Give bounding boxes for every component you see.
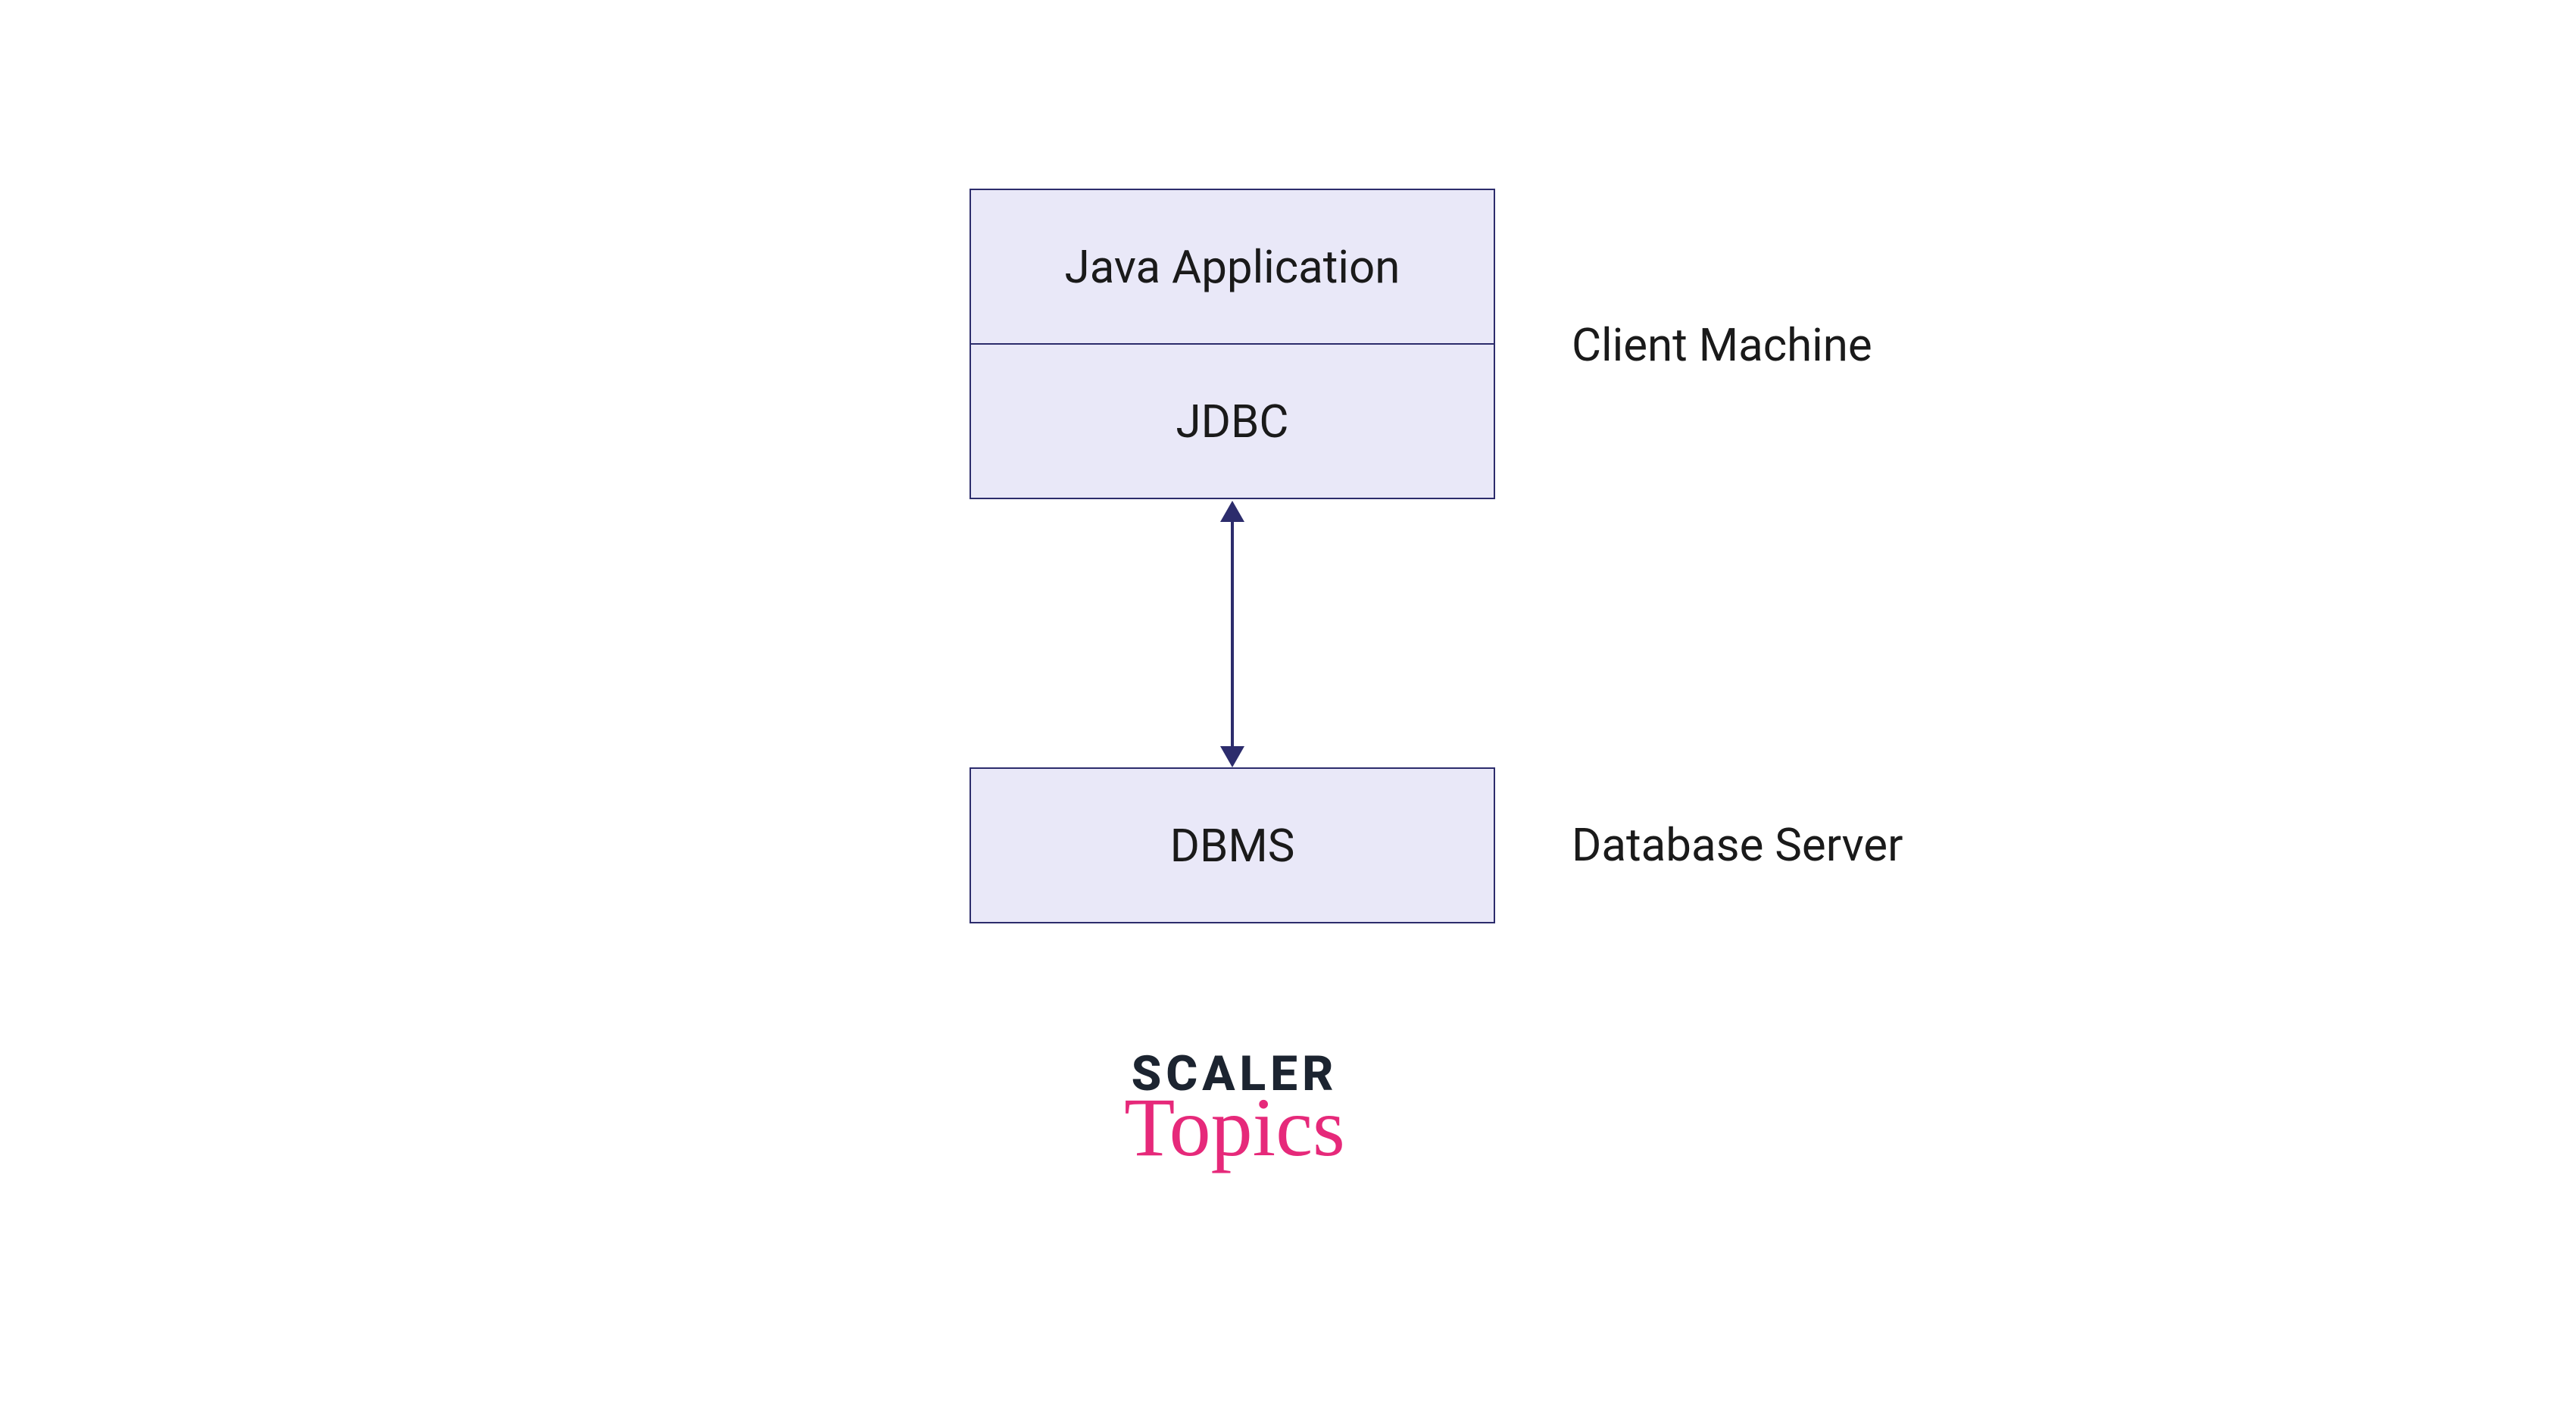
logo-line2: Topics (1091, 1079, 1379, 1176)
arrow-head-up-icon (1220, 501, 1244, 522)
label-client-machine: Client Machine (1572, 318, 1872, 372)
box-java-application: Java Application (970, 189, 1495, 345)
arrow-head-down-icon (1220, 746, 1244, 767)
arrow-line (1231, 519, 1234, 751)
label-database-server: Database Server (1572, 818, 1903, 872)
box-dbms: DBMS (970, 767, 1495, 923)
box-java-application-label: Java Application (1065, 240, 1400, 294)
box-jdbc: JDBC (970, 343, 1495, 499)
box-jdbc-label: JDBC (1176, 395, 1289, 448)
logo-scaler-topics: SCALER Topics (1091, 1045, 1379, 1176)
box-dbms-label: DBMS (1170, 819, 1295, 873)
